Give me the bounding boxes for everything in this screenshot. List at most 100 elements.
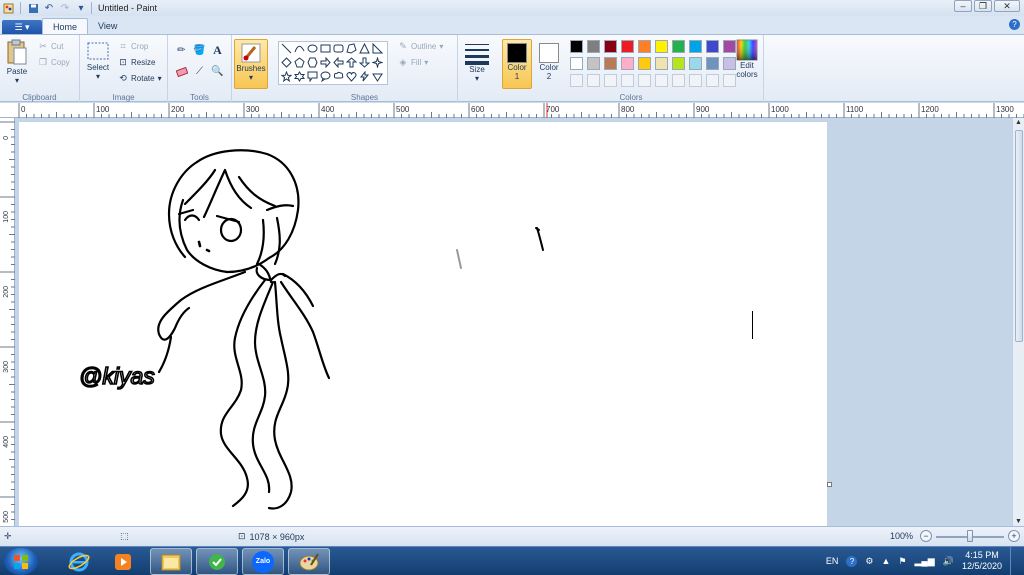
heart-shape-icon[interactable] <box>346 71 357 82</box>
resize-button[interactable]: ⊡ Resize <box>118 57 155 67</box>
zoom-slider-thumb[interactable] <box>967 530 973 542</box>
taskbar-internet-explorer[interactable] <box>58 548 100 575</box>
restore-button[interactable]: ❐ <box>974 0 992 12</box>
polygon-shape-icon[interactable] <box>346 43 357 54</box>
four-point-star-shape-icon[interactable] <box>372 57 383 68</box>
crop-button[interactable]: ⌗ Crop <box>118 41 148 51</box>
copy-button[interactable]: ❐ Copy <box>38 57 70 67</box>
palette-color-swatch[interactable] <box>672 40 685 53</box>
palette-custom-swatch[interactable] <box>689 74 702 87</box>
curve-shape-icon[interactable] <box>294 43 305 54</box>
right-triangle-shape-icon[interactable] <box>372 43 383 54</box>
vertical-scrollbar[interactable]: ▲ ▼ <box>1012 118 1024 526</box>
rectangle-shape-icon[interactable] <box>320 43 331 54</box>
zoom-out-button[interactable]: − <box>920 530 932 542</box>
scroll-down-icon[interactable]: ▼ <box>1015 518 1022 525</box>
oval-callout-shape-icon[interactable] <box>320 71 331 82</box>
help-icon[interactable]: ? <box>1009 19 1020 30</box>
palette-color-swatch[interactable] <box>689 40 702 53</box>
palette-custom-swatch[interactable] <box>570 74 583 87</box>
palette-color-swatch[interactable] <box>655 40 668 53</box>
text-icon[interactable]: A <box>210 43 225 58</box>
ime-help-icon[interactable]: ? <box>846 555 858 567</box>
clock[interactable]: 4:15 PM 12/5/2020 <box>962 550 1002 572</box>
palette-custom-swatch[interactable] <box>706 74 719 87</box>
palette-custom-swatch[interactable] <box>621 74 634 87</box>
drawing-canvas[interactable]: @kiyas <box>19 122 832 526</box>
select-button[interactable]: Select ▾ <box>86 41 110 81</box>
zoom-in-button[interactable]: + <box>1008 530 1020 542</box>
palette-color-swatch[interactable] <box>706 40 719 53</box>
up-arrow-shape-icon[interactable] <box>346 57 357 68</box>
scroll-down-shape-icon[interactable] <box>372 71 383 82</box>
eraser-icon[interactable] <box>174 64 189 79</box>
flag-icon[interactable]: ⚑ <box>898 556 906 567</box>
pencil-icon[interactable]: ✏ <box>174 43 189 58</box>
five-point-star-shape-icon[interactable] <box>281 71 292 82</box>
close-button[interactable]: ✕ <box>994 0 1020 12</box>
network-icon[interactable]: ▂▄▆ <box>915 556 935 567</box>
palette-color-swatch[interactable] <box>587 40 600 53</box>
vertical-scrollbar-thumb[interactable] <box>1015 130 1023 342</box>
fill-bucket-icon[interactable]: 🪣 <box>192 43 207 58</box>
outline-button[interactable]: ✎ Outline ▾ <box>398 41 443 51</box>
hexagon-shape-icon[interactable] <box>307 57 318 68</box>
paint-app-icon[interactable] <box>2 2 14 14</box>
redo-icon[interactable]: ↷ <box>59 2 71 14</box>
palette-custom-swatch[interactable] <box>638 74 651 87</box>
oval-shape-icon[interactable] <box>307 43 318 54</box>
palette-color-swatch[interactable] <box>604 40 617 53</box>
rotate-button[interactable]: ⟲ Rotate ▾ <box>118 73 161 83</box>
fill-button[interactable]: ◈ Fill ▾ <box>398 57 429 67</box>
palette-color-swatch[interactable] <box>638 40 651 53</box>
minimize-button[interactable]: – <box>954 0 972 12</box>
down-arrow-shape-icon[interactable] <box>359 57 370 68</box>
taskbar-paint[interactable] <box>288 548 330 575</box>
paste-button[interactable]: Paste ▾ <box>6 39 28 85</box>
rectangular-callout-shape-icon[interactable] <box>307 71 318 82</box>
show-hidden-icons-icon[interactable]: ▲ <box>882 556 891 566</box>
cloud-callout-shape-icon[interactable] <box>333 71 344 82</box>
tab-home[interactable]: Home <box>42 18 89 34</box>
pentagon-shape-icon[interactable] <box>294 57 305 68</box>
palette-custom-swatch[interactable] <box>672 74 685 87</box>
palette-custom-swatch[interactable] <box>604 74 617 87</box>
tab-view[interactable]: View <box>88 18 127 34</box>
palette-custom-swatch[interactable] <box>587 74 600 87</box>
palette-color-swatch[interactable] <box>672 57 685 70</box>
lightning-shape-icon[interactable] <box>359 71 370 82</box>
save-icon[interactable] <box>27 2 39 14</box>
magnifier-icon[interactable]: 🔍 <box>210 64 225 79</box>
color-picker-icon[interactable]: ⟋ <box>192 64 207 79</box>
palette-color-swatch[interactable] <box>570 40 583 53</box>
palette-color-swatch[interactable] <box>621 40 634 53</box>
scroll-up-icon[interactable]: ▲ <box>1015 119 1022 126</box>
size-button[interactable]: Size ▾ <box>464 41 490 83</box>
palette-color-swatch[interactable] <box>655 57 668 70</box>
customize-qat-icon[interactable]: ▾ <box>75 2 87 14</box>
line-shape-icon[interactable] <box>281 43 292 54</box>
undo-icon[interactable]: ↶ <box>43 2 55 14</box>
brushes-button[interactable]: Brushes ▾ <box>234 39 268 89</box>
volume-icon[interactable]: 🔊 <box>943 556 954 567</box>
taskbar-green-app[interactable] <box>196 548 238 575</box>
taskbar-zalo[interactable]: Zalo <box>242 548 284 575</box>
canvas-resize-handle[interactable] <box>827 482 832 487</box>
ime-options-icon[interactable]: ⚙ <box>865 556 873 567</box>
palette-color-swatch[interactable] <box>621 57 634 70</box>
color2-button[interactable]: Color 2 <box>534 39 564 89</box>
taskbar-file-explorer[interactable] <box>150 548 192 575</box>
rounded-rectangle-shape-icon[interactable] <box>333 43 344 54</box>
right-arrow-shape-icon[interactable] <box>320 57 331 68</box>
start-button[interactable] <box>4 548 38 575</box>
left-arrow-shape-icon[interactable] <box>333 57 344 68</box>
diamond-shape-icon[interactable] <box>281 57 292 68</box>
palette-color-swatch[interactable] <box>638 57 651 70</box>
taskbar-media-player[interactable] <box>102 548 144 575</box>
palette-custom-swatch[interactable] <box>655 74 668 87</box>
show-desktop-button[interactable] <box>1010 547 1018 575</box>
edit-colors-button[interactable]: Edit colors <box>736 39 758 79</box>
color1-button[interactable]: Color 1 <box>502 39 532 89</box>
paint-menu-button[interactable]: ☰ ▾ <box>2 20 42 34</box>
language-indicator[interactable]: EN <box>826 556 839 566</box>
